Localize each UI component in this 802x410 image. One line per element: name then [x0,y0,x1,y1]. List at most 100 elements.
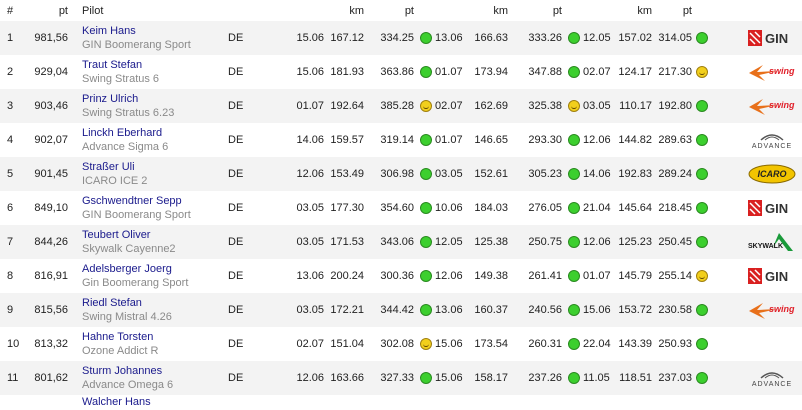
flight2-date: 10.06 [432,201,463,214]
glider-name: Advance Omega 6 [82,379,174,391]
flight3-status-cell [692,123,742,157]
pilot-cell: Adelsberger Joerg Gin Boomerang Sport [82,259,228,293]
spacer-cell [68,123,82,157]
rank-cell: 4 [7,134,14,146]
spacer-cell [68,157,82,191]
flight2-date: 02.07 [432,99,463,112]
nation-cell: DE [228,293,284,327]
km2-header: km [493,4,508,17]
flight3-date: 14.06 [580,167,611,180]
rank-cell: 8 [7,270,14,282]
glider-name: Swing Stratus 6 [82,73,160,85]
flight3-km: 145.79 [618,270,652,282]
brand-logo-cell [742,327,802,361]
flight1-date: 12.06 [284,361,324,395]
flight1-status-cell: 13.06 [414,293,468,327]
pilot-cell: Linckh Eberhard Advance Sigma 6 [82,123,228,157]
flight3-status-dot-icon [696,202,708,215]
flight1-km: 172.21 [324,293,364,327]
flight1-status-cell: 10.06 [414,191,468,225]
rank-cell: 3 [0,89,30,123]
flight3-status-dot-icon [696,372,708,385]
table-row: 11 801,62 Sturm Johannes Advance Omega 6 DE 1… [0,361,802,395]
flight1-points: 302.08 [380,338,414,350]
pilot-name-link[interactable]: Hahne Torsten [82,330,228,344]
glider-name: Swing Mistral 4.26 [82,311,172,323]
flight3-km: 110.17 [612,89,652,123]
svg-text:GIN: GIN [765,31,788,46]
flight2-status-cell: 22.04 [562,327,612,361]
svg-text:swing: swing [769,100,795,110]
rank-cell: 7 [0,225,30,259]
pt1-header: pt [404,4,414,17]
pilot-name-link[interactable]: Keim Hans [82,24,228,38]
spacer-cell [68,225,82,259]
flight2-km: 173.94 [474,66,508,78]
flight1-status-cell: 02.07 [414,89,468,123]
flight1-status-cell: 13.06 [414,21,468,55]
glider-name: Gin Boomerang Sport [82,277,189,289]
flight3-date: 22.04 [580,337,611,350]
table-row: 8 816,91 Adelsberger Joerg Gin Boomerang Sp… [0,259,802,293]
flight1-status-cell: 01.07 [414,123,468,157]
flight3-date: 21.04 [580,201,611,214]
svg-text:ADVANCE: ADVANCE [752,143,792,150]
flight1-status-cell: 15.06 [414,361,468,395]
flight2-status-dot-icon [568,338,580,351]
flight2-status-dot-icon [568,134,580,147]
pilot-name-link[interactable]: Walcher Hans [82,395,228,409]
flight1-points: 344.42 [364,293,414,327]
pilot-cell: Teubert Oliver Skywalk Cayenne2 [82,225,228,259]
flight1-status-dot-icon [420,66,432,79]
pilot-name-link[interactable]: Teubert Oliver [82,228,228,242]
flight1-date: 13.06 [296,270,324,282]
gin-logo: GIN [747,197,797,219]
pilot-name-link[interactable]: Gschwendtner Sepp [82,194,228,208]
flight2-status-dot-icon [568,202,580,215]
svg-text:ADVANCE: ADVANCE [752,381,792,388]
flight1-status-dot-icon [420,372,432,385]
nation-cell: DE [228,202,244,214]
flight3-points: 192.80 [652,89,692,123]
flight2-km: 149.38 [474,270,508,282]
nation-cell: DE [228,225,284,259]
flight3-status-dot-icon [696,134,708,147]
total-points-cell: 849,10 [34,202,68,214]
table-row: 10 813,32 Hahne Torsten Ozone Addict R DE 02.… [0,327,802,361]
flight3-km: 118.51 [612,361,652,395]
flight2-km: 160.37 [468,293,508,327]
svg-text:SKYWALK: SKYWALK [748,243,783,250]
pilot-name-link[interactable]: Sturm Johannes [82,364,228,378]
total-points-cell: 901,45 [30,157,68,191]
brand-logo-cell: ICARO [742,157,802,191]
pilot-cell: Keim Hans GIN Boomerang Sport [82,21,228,55]
pilot-name-link[interactable]: Riedl Stefan [82,296,228,310]
pt3-header: pt [682,4,692,17]
flight1-points: 363.86 [380,66,414,78]
pilot-cell: Traut Stefan Swing Stratus 6 [82,55,228,89]
flight3-km: 153.72 [612,293,652,327]
flight2-km: 184.03 [474,202,508,214]
flight3-status-cell [692,89,742,123]
flight2-km: 125.38 [468,225,508,259]
pilot-name-link[interactable]: Straßer Uli [82,160,228,174]
flight3-km: 124.17 [618,66,652,78]
table-row: 9 815,56 Riedl Stefan Swing Mistral 4.26 DE 0… [0,293,802,327]
flight1-km: 151.04 [330,338,364,350]
flight3-points: 314.05 [652,21,692,55]
gin-logo: GIN [747,265,797,287]
pilot-name-link[interactable]: Prinz Ulrich [82,92,228,106]
km1-header: km [349,4,364,17]
flight3-km: 125.23 [612,225,652,259]
table-row: 7 844,26 Teubert Oliver Skywalk Cayenne2 DE 0… [0,225,802,259]
total-points-cell: 981,56 [30,21,68,55]
table-row: 6 849,10 Gschwendtner Sepp GIN Boomerang Sp… [0,191,802,225]
rank-cell: 2 [7,66,14,78]
flight1-km: 167.12 [324,21,364,55]
flight3-status-cell [692,293,742,327]
pilot-name-link[interactable]: Traut Stefan [82,58,228,72]
pilot-name-link[interactable]: Linckh Eberhard [82,126,228,140]
flight3-points: 218.45 [658,202,692,214]
pilot-name-link[interactable]: Adelsberger Joerg [82,262,228,276]
flight2-date: 01.07 [432,133,463,146]
